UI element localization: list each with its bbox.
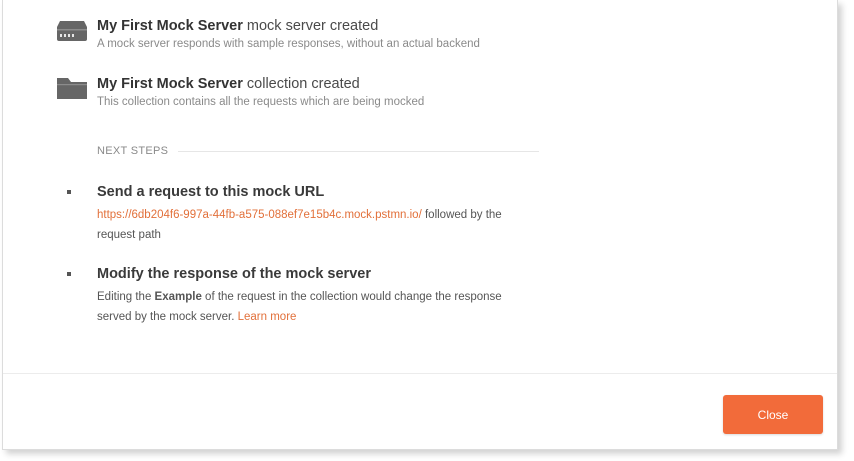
mock-url-link[interactable]: https://6db204f6-997a-44fb-a575-088ef7e1… <box>97 209 422 221</box>
mock-server-name: My First Mock Server <box>97 18 243 34</box>
collection-name: My First Mock Server <box>97 76 243 92</box>
mock-server-created-dialog: My First Mock Server mock server created… <box>2 0 838 450</box>
item-description: This collection contains all the request… <box>97 96 425 108</box>
step-title: Modify the response of the mock server <box>97 266 371 282</box>
bullet <box>67 272 71 276</box>
next-steps-header: NEXT STEPS <box>97 145 539 157</box>
example-keyword: Example <box>154 291 202 303</box>
item-title-suffix: mock server created <box>242 18 379 34</box>
next-steps-label: NEXT STEPS <box>97 145 169 157</box>
server-icon <box>55 17 89 43</box>
step-text: Editing the Example of the request in th… <box>97 287 537 327</box>
divider <box>178 150 539 152</box>
close-button[interactable]: Close <box>723 395 823 434</box>
learn-more-link[interactable]: Learn more <box>238 311 297 323</box>
item-title: My First Mock Server mock server created <box>97 17 480 35</box>
item-description: A mock server responds with sample respo… <box>97 38 480 50</box>
footer-divider <box>3 373 837 374</box>
step-text: https://6db204f6-997a-44fb-a575-088ef7e1… <box>97 205 537 245</box>
item-title: My First Mock Server collection created <box>97 75 424 93</box>
folder-icon <box>55 75 89 101</box>
step-title: Send a request to this mock URL <box>97 184 325 200</box>
bullet <box>67 190 71 194</box>
item-title-suffix: collection created <box>242 76 360 92</box>
step-text-prefix: Editing the <box>97 291 155 303</box>
